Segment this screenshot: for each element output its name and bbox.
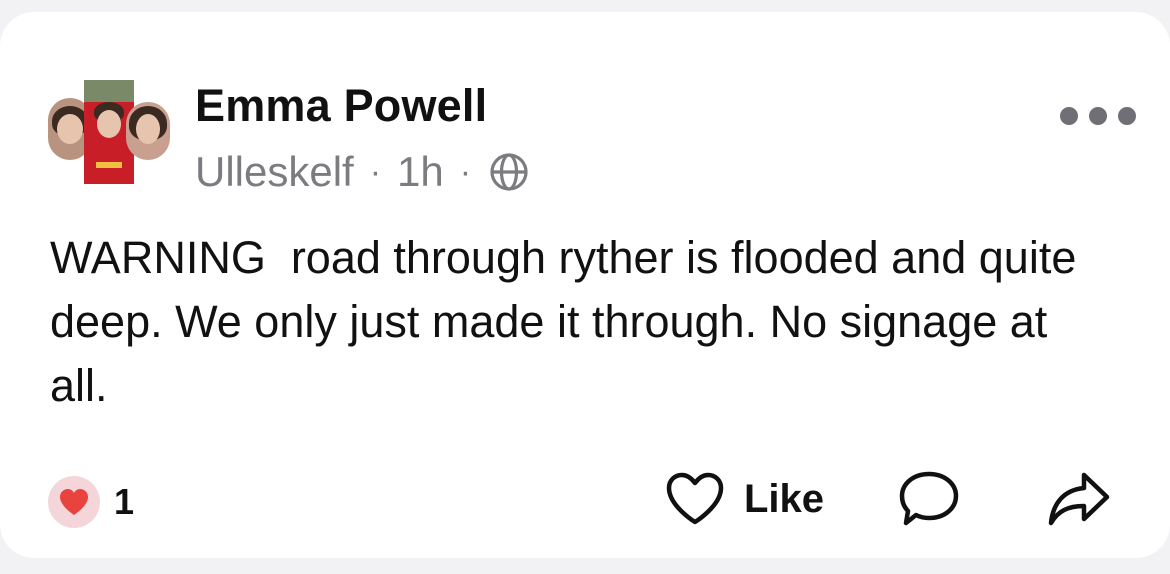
reaction-summary[interactable]: 1 — [48, 476, 134, 528]
meta-separator: · — [369, 152, 382, 191]
globe-icon — [490, 153, 528, 191]
more-options-button[interactable] — [1060, 104, 1136, 128]
avatar-right — [126, 102, 170, 160]
reaction-count: 1 — [114, 481, 135, 522]
like-button[interactable]: Like — [664, 471, 824, 527]
comment-bubble-icon — [899, 471, 959, 526]
comment-button[interactable] — [896, 468, 962, 530]
heart-icon — [60, 489, 88, 515]
post-meta: Ulleskelf · 1h · — [195, 148, 531, 196]
post-actions: Like — [664, 468, 1112, 530]
like-label: Like — [744, 476, 825, 521]
reaction-heart-badge — [48, 476, 100, 528]
share-button[interactable] — [1046, 469, 1112, 529]
more-dots-icon — [1060, 107, 1078, 125]
meta-separator: · — [459, 152, 472, 191]
group-avatar[interactable] — [48, 80, 170, 188]
post-text: WARNING road through ryther is flooded a… — [50, 232, 1089, 411]
author-name[interactable]: Emma Powell — [195, 80, 487, 132]
share-arrow-icon — [1048, 472, 1110, 526]
timestamp[interactable]: 1h — [397, 148, 444, 196]
heart-outline-icon — [666, 472, 724, 525]
post-card: Emma Powell Ulleskelf · 1h · WARNING roa… — [0, 12, 1170, 558]
location-label[interactable]: Ulleskelf — [195, 148, 354, 196]
